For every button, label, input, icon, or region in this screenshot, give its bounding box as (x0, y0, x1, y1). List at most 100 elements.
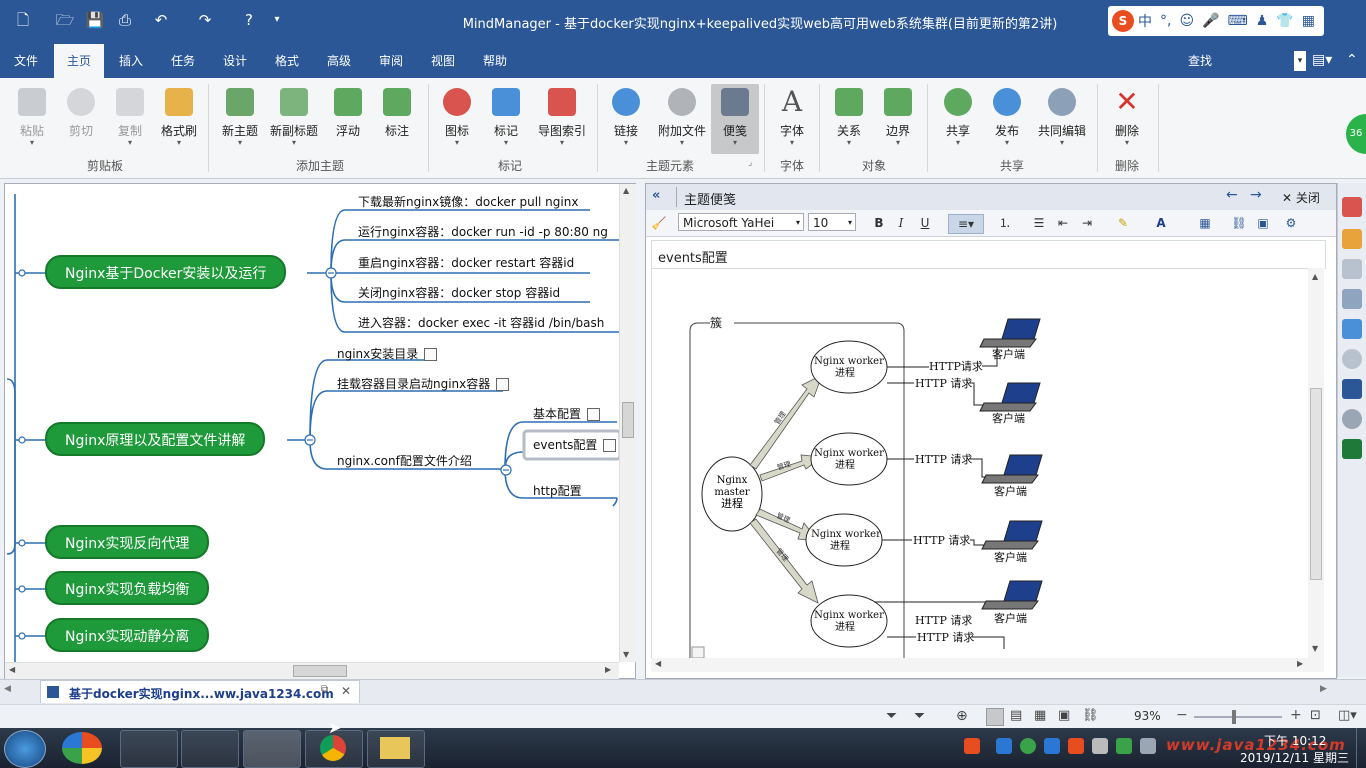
ime-chinese-mode[interactable]: 中 (1138, 11, 1152, 31)
ime-punct-mode[interactable]: °, (1160, 13, 1171, 29)
decrease-indent-icon[interactable]: ⇤ (1054, 214, 1072, 232)
shirt-icon[interactable]: 👕 (1276, 13, 1293, 29)
numbered-list-icon[interactable]: ⒈ (996, 214, 1014, 232)
icon-button[interactable]: 图标 ▾ (433, 84, 481, 154)
zoom-out-icon[interactable]: − (1176, 707, 1188, 723)
subtopic-mount[interactable]: 挂载容器目录启动nginx容器 (337, 375, 510, 392)
ime-toolbar[interactable]: S 中 °, ☺ 🎤 ⌨ ♟ 👕 ▦ (1108, 6, 1324, 36)
open-folder-icon[interactable]: 🗁 (54, 9, 76, 31)
search-icon[interactable] (1342, 349, 1362, 369)
search-label[interactable]: 查找 (1172, 44, 1228, 78)
schedule-view-icon[interactable]: ▣ (1058, 708, 1070, 723)
security-tray-icon[interactable] (1020, 738, 1036, 754)
align-left-icon[interactable]: ≡▾ (948, 214, 984, 234)
menu-task[interactable]: 任务 (158, 44, 208, 78)
zoom-in-icon[interactable]: + (1290, 707, 1302, 723)
font-size-select[interactable]: 10 ▾ (808, 213, 856, 231)
tab-scroll-left-icon[interactable]: ◀ (4, 684, 11, 694)
new-topic-button[interactable]: 新主题 ▾ (216, 84, 264, 154)
browser-icon[interactable] (1342, 409, 1362, 429)
scroll-left-arrow-icon[interactable]: ◀ (655, 659, 661, 668)
scroll-up-arrow-icon[interactable]: ▲ (623, 186, 629, 195)
menu-design[interactable]: 设计 (210, 44, 260, 78)
paste-button[interactable]: 粘贴 ▾ (8, 84, 56, 154)
subtopic-exec[interactable]: 进入容器：docker exec -it 容器id /bin/bash (358, 314, 620, 331)
share-button[interactable]: 共享 ▾ (934, 84, 982, 154)
zoom-slider-thumb[interactable] (1232, 710, 1236, 724)
sogou-tray-icon[interactable] (964, 738, 980, 754)
document-tab[interactable]: 基于docker实现nginx...ww.java1234.com ⧉ ✕ (40, 680, 360, 703)
outline-view-icon[interactable]: ▤ (1010, 708, 1022, 723)
taskbar-app-remote-desktop[interactable] (181, 730, 239, 768)
topic-install[interactable]: Nginx基于Docker安装以及运行 (45, 255, 287, 289)
collapse-pane-icon[interactable]: « (652, 188, 660, 203)
clock-time[interactable]: 下午 10:12 (1264, 732, 1326, 749)
next-note-icon[interactable]: → (1250, 187, 1262, 203)
map-index-button[interactable]: 导图索引 ▾ (534, 84, 590, 154)
show-desktop-button[interactable] (1356, 728, 1366, 768)
bullet-list-icon[interactable]: ☰ (1030, 214, 1048, 232)
overview-icon[interactable] (1342, 379, 1362, 399)
attachment-button[interactable]: 附加文件 ▾ (654, 84, 710, 154)
microphone-icon[interactable]: 🎤 (1202, 13, 1219, 29)
taskbar-app-mindmanager[interactable] (243, 730, 301, 768)
calendar-icon[interactable] (1342, 229, 1362, 249)
filter-icon[interactable]: ⏷ (886, 708, 897, 724)
print-icon[interactable]: ⎙ (114, 9, 136, 31)
menu-format[interactable]: 格式 (262, 44, 312, 78)
scroll-up-arrow-icon[interactable]: ▲ (1312, 272, 1318, 281)
collapse-ribbon-icon[interactable]: ⌃ (1346, 52, 1358, 68)
menu-help[interactable]: 帮助 (470, 44, 520, 78)
format-painter-button[interactable]: 格式刷 ▾ (155, 84, 203, 154)
user-icon[interactable]: ♟ (1256, 13, 1269, 29)
new-subtopic-button[interactable]: 新副标题 ▾ (266, 84, 322, 154)
shield-tray-icon[interactable] (1116, 738, 1132, 754)
flag-tray-icon[interactable] (1140, 738, 1156, 754)
map-parts-icon[interactable] (1342, 289, 1362, 309)
subtopic-stop[interactable]: 关闭nginx容器：docker stop 容器id (358, 284, 560, 301)
hyperlink-icon[interactable]: ⛓ (1230, 214, 1248, 232)
tab-scroll-right-icon[interactable]: ▶ (1320, 684, 1327, 694)
font-color-icon[interactable]: A (1152, 214, 1170, 232)
note-diagram-area[interactable]: 簇 Nginx master 进程 管理 管理 管理 管理 Nginx work… (651, 268, 1310, 660)
subtopic-events-config[interactable]: events配置 (533, 436, 617, 453)
subtopic-conf[interactable]: nginx.conf配置文件介绍 (337, 452, 472, 469)
scroll-right-arrow-icon[interactable]: ▶ (605, 665, 611, 674)
360-badge-icon[interactable]: 36 (1346, 114, 1366, 154)
notes-button[interactable]: 便笺 ▾ (711, 84, 759, 154)
note-icon[interactable] (496, 378, 510, 391)
map-vscroll-thumb[interactable] (622, 402, 634, 438)
taskbar-app-file-manager[interactable] (367, 730, 425, 768)
tag-button[interactable]: 标记 ▾ (482, 84, 530, 154)
menu-review[interactable]: 审阅 (366, 44, 416, 78)
map-hscroll-thumb[interactable] (293, 665, 347, 677)
topic-principle[interactable]: Nginx原理以及配置文件讲解 (45, 422, 266, 456)
menu-advanced[interactable]: 高级 (314, 44, 364, 78)
layout-options-icon[interactable]: ◫▾ (1338, 708, 1357, 723)
topic-static-dynamic[interactable]: Nginx实现动静分离 (45, 618, 210, 652)
font-family-select[interactable]: Microsoft YaHei ▾ (678, 213, 804, 231)
menu-view[interactable]: 视图 (418, 44, 468, 78)
copy-button[interactable]: 复制 ▾ (106, 84, 154, 154)
scroll-left-arrow-icon[interactable]: ◀ (9, 665, 15, 674)
boundary-button[interactable]: 边界 ▾ (874, 84, 922, 154)
table-icon[interactable]: ▦ (1196, 214, 1214, 232)
co-edit-button[interactable]: 共同编辑 ▾ (1034, 84, 1090, 154)
note-icon[interactable] (603, 439, 617, 452)
display-tray-icon[interactable] (1044, 738, 1060, 754)
scroll-down-arrow-icon[interactable]: ▼ (623, 650, 629, 659)
insert-object-icon[interactable]: ⚙ (1282, 214, 1300, 232)
notes-vscroll-thumb[interactable] (1310, 388, 1322, 580)
scroll-down-arrow-icon[interactable]: ▼ (1312, 644, 1318, 653)
map-vertical-scrollbar[interactable]: ▲ ▼ (619, 184, 636, 662)
grid-icon[interactable]: ▦ (1302, 13, 1315, 29)
previous-note-icon[interactable]: ← (1226, 187, 1238, 203)
dialog-launcher-icon[interactable]: ⌟ (748, 158, 752, 168)
focus-icon[interactable]: ⊕ (956, 708, 968, 724)
notes-vertical-scrollbar[interactable]: ▲ ▼ (1308, 268, 1324, 658)
network-tray-icon[interactable] (996, 738, 1012, 754)
resources-icon[interactable] (1342, 259, 1362, 279)
usb-tray-icon[interactable] (1092, 738, 1108, 754)
save-icon[interactable]: 💾 (84, 9, 106, 31)
subtopic-basic-config[interactable]: 基本配置 (533, 405, 601, 422)
